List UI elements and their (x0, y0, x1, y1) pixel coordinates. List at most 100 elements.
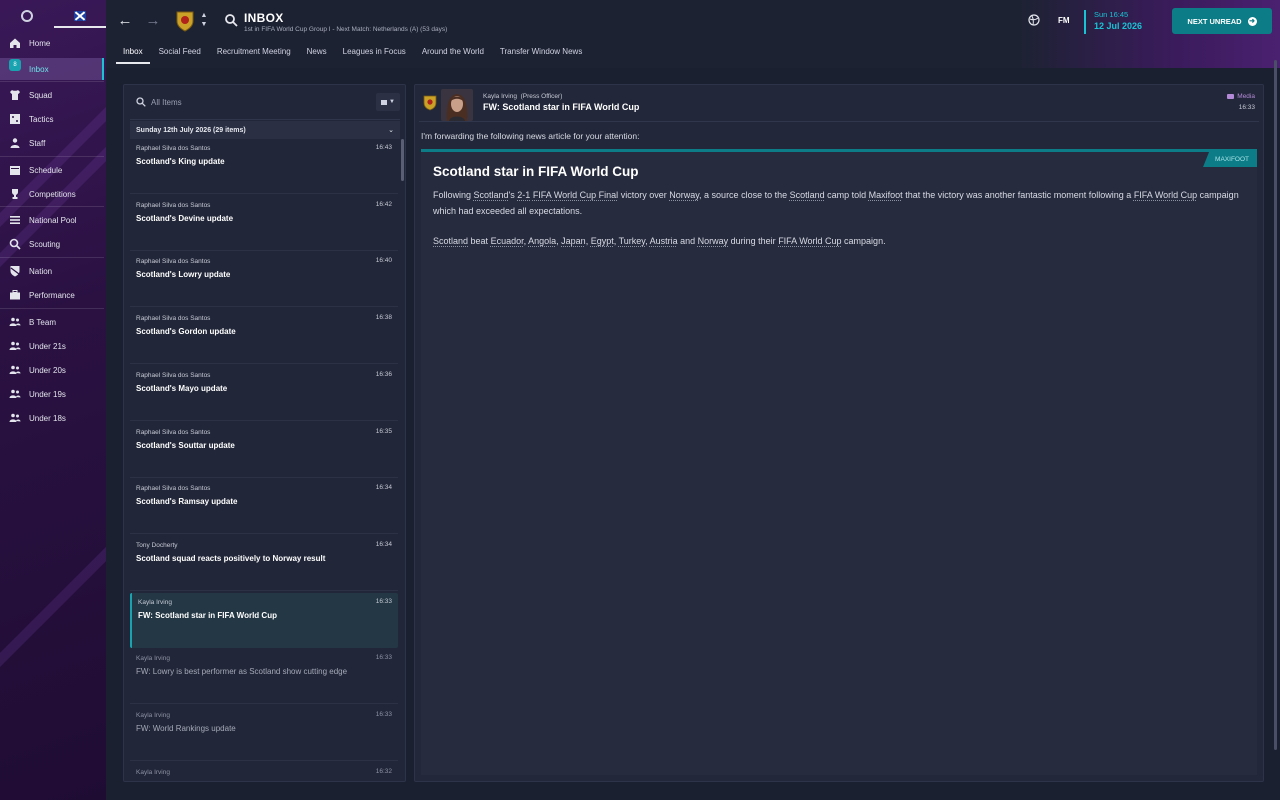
article-link[interactable]: FIFA World Cup (1134, 190, 1197, 200)
next-unread-button[interactable]: NEXT UNREAD ➜ (1172, 8, 1272, 34)
article-link[interactable]: Japan (561, 236, 586, 246)
list-item[interactable]: Raphael Silva dos Santos 16:34 Scotland's … (130, 479, 398, 535)
list-item[interactable]: Raphael Silva dos Santos 16:43 Scotland's … (130, 139, 398, 194)
sidebar-item-squad[interactable]: Squad (0, 84, 104, 106)
sidebar-item-schedule[interactable]: Schedule (0, 159, 104, 181)
list-item[interactable]: Raphael Silva dos Santos 16:35 Scotland's … (130, 423, 398, 478)
message-sender: Tony Docherty (136, 541, 178, 549)
switch-team-button[interactable]: ▲ ▼ (200, 11, 208, 31)
list-item[interactable]: Raphael Silva dos Santos 16:40 Scotland's … (130, 252, 398, 308)
search-icon (136, 97, 146, 107)
sidebar-item-label: Schedule (29, 165, 63, 175)
list-item[interactable]: Tony Docherty 16:34 Scotland squad reacts … (130, 536, 398, 591)
date-day: 12 Jul 2026 (1094, 21, 1143, 31)
tab-recruitment-meeting[interactable]: Recruitment Meeting (210, 44, 298, 64)
chevron-down-icon: ⌄ (388, 127, 394, 134)
article-link[interactable]: 2-1 (517, 190, 530, 200)
article-source-badge[interactable]: MAXIFOOT (1203, 152, 1257, 167)
article-text: camp told (824, 190, 869, 200)
sidebar-item-staff[interactable]: Staff (0, 132, 104, 154)
message-time: 16:34 (375, 484, 392, 492)
globe-icon[interactable] (1028, 14, 1040, 26)
message-subject: FW: Scotland star in FIFA World Cup (483, 102, 640, 112)
sender-line: Kayla Irving (Press Officer) (483, 93, 562, 100)
game-menu-icon[interactable] (21, 10, 33, 22)
tab-social-feed[interactable]: Social Feed (152, 44, 208, 64)
article-link[interactable]: Scotland (474, 190, 509, 200)
sidebar-item-label: Home (29, 38, 51, 48)
article-link[interactable]: Turkey (619, 236, 646, 246)
sidebar-item-label: B Team (29, 317, 56, 327)
sidebar-item-scouting[interactable]: Scouting (0, 233, 104, 255)
inbox-search[interactable] (130, 91, 376, 113)
fm-logo[interactable]: FM (1058, 16, 1070, 25)
article-link[interactable]: Angola (528, 236, 556, 246)
scotland-crest-icon (423, 95, 437, 111)
sidebar-item-b-team[interactable]: B Team (0, 311, 104, 333)
game-date[interactable]: Sun 16:45 12 Jul 2026 (1084, 10, 1142, 34)
date-group-header[interactable]: Sunday 12th July 2026 (29 items) ⌄ (130, 121, 400, 139)
tab-transfer-window-news[interactable]: Transfer Window News (493, 44, 589, 64)
sidebar-item-under-19s[interactable]: Under 19s (0, 383, 104, 405)
sidebar: Home 8 Inbox Squad Tactics Staff Schedule Compe… (0, 0, 106, 800)
scotland-crest-icon[interactable] (174, 10, 196, 32)
nav-divider (0, 81, 104, 82)
message-sender: Raphael Silva dos Santos (136, 201, 211, 209)
sidebar-item-under-21s[interactable]: Under 21s (0, 335, 104, 357)
sidebar-item-under-18s[interactable]: Under 18s (0, 407, 104, 429)
message-sender: Raphael Silva dos Santos (136, 258, 211, 266)
article-link[interactable]: Maxifoot (869, 190, 903, 200)
message-subject: FW: Lowry is best performer as Scotland … (136, 667, 348, 677)
list-item[interactable]: Kayla Irving 16:33 FW: World Rankings upda… (130, 706, 398, 761)
list-item[interactable]: Raphael Silva dos Santos 16:36 Scotland's … (130, 366, 398, 421)
filter-dropdown-button[interactable]: ▼ (376, 93, 400, 111)
list-item[interactable]: Kayla Irving 16:32 (130, 763, 398, 779)
page-scrollbar[interactable] (1274, 60, 1277, 760)
article-link[interactable]: Norway (669, 190, 699, 200)
tab-around-the-world[interactable]: Around the World (415, 44, 491, 64)
nation-flag-icon[interactable] (74, 11, 86, 21)
inbox-search-input[interactable] (151, 97, 351, 107)
list-item[interactable]: Raphael Silva dos Santos 16:42 Scotland's … (130, 196, 398, 251)
forward-button[interactable]: → (144, 12, 162, 30)
tactics-board-icon (9, 113, 21, 125)
search-icon[interactable] (224, 13, 238, 27)
list-scrollbar[interactable] (401, 139, 404, 181)
tab-inbox[interactable]: Inbox (116, 44, 150, 64)
article-link[interactable]: Scotland (433, 236, 468, 246)
article-text: 's (508, 190, 518, 200)
article-link[interactable]: Austria (650, 236, 678, 246)
sidebar-item-home[interactable]: Home (0, 32, 104, 54)
scrollbar-thumb[interactable] (1274, 60, 1277, 750)
article-link[interactable]: Norway (698, 236, 729, 246)
inbox-list-panel: ▼ Sunday 12th July 2026 (29 items) ⌄ Rap… (123, 84, 406, 782)
article-link[interactable]: FIFA World Cup Final (533, 190, 618, 200)
message-time: 16:40 (375, 257, 392, 265)
tab-leagues-in-focus[interactable]: Leagues in Focus (336, 44, 413, 64)
sidebar-item-under-20s[interactable]: Under 20s (0, 359, 104, 381)
sender-name[interactable]: Kayla Irving (483, 93, 517, 100)
sender-avatar[interactable] (441, 89, 473, 121)
article-link[interactable]: FIFA World Cup (778, 236, 841, 246)
message-sender: Raphael Silva dos Santos (136, 428, 211, 436)
article-link[interactable]: Ecuador (491, 236, 524, 246)
list-item[interactable]: Raphael Silva dos Santos 16:38 Scotland's … (130, 309, 398, 365)
main-content: ▼ Sunday 12th July 2026 (29 items) ⌄ Rap… (106, 68, 1280, 800)
article-link[interactable]: Egypt (591, 236, 614, 246)
sidebar-item-inbox[interactable]: 8 Inbox (0, 58, 104, 80)
category-badge: Media (1227, 93, 1255, 100)
sidebar-item-national-pool[interactable]: National Pool (0, 209, 104, 231)
tab-news[interactable]: News (300, 44, 334, 64)
article-text: Following (433, 190, 474, 200)
message-sender: Raphael Silva dos Santos (136, 485, 211, 493)
list-item[interactable]: Kayla Irving 16:33 FW: Lowry is best perfo… (130, 649, 398, 705)
back-button[interactable]: ← (116, 12, 134, 30)
sidebar-item-label: Staff (29, 138, 46, 148)
article-link[interactable]: Scotland (790, 190, 825, 200)
list-item[interactable]: Kayla Irving 16:33 FW: Scotland star in FI… (130, 592, 398, 648)
sidebar-item-tactics[interactable]: Tactics (0, 108, 104, 130)
sidebar-item-competitions[interactable]: Competitions (0, 183, 104, 205)
sidebar-indicator (54, 26, 106, 28)
sidebar-item-performance[interactable]: Performance (0, 284, 104, 306)
sidebar-item-nation[interactable]: Nation (0, 260, 104, 282)
